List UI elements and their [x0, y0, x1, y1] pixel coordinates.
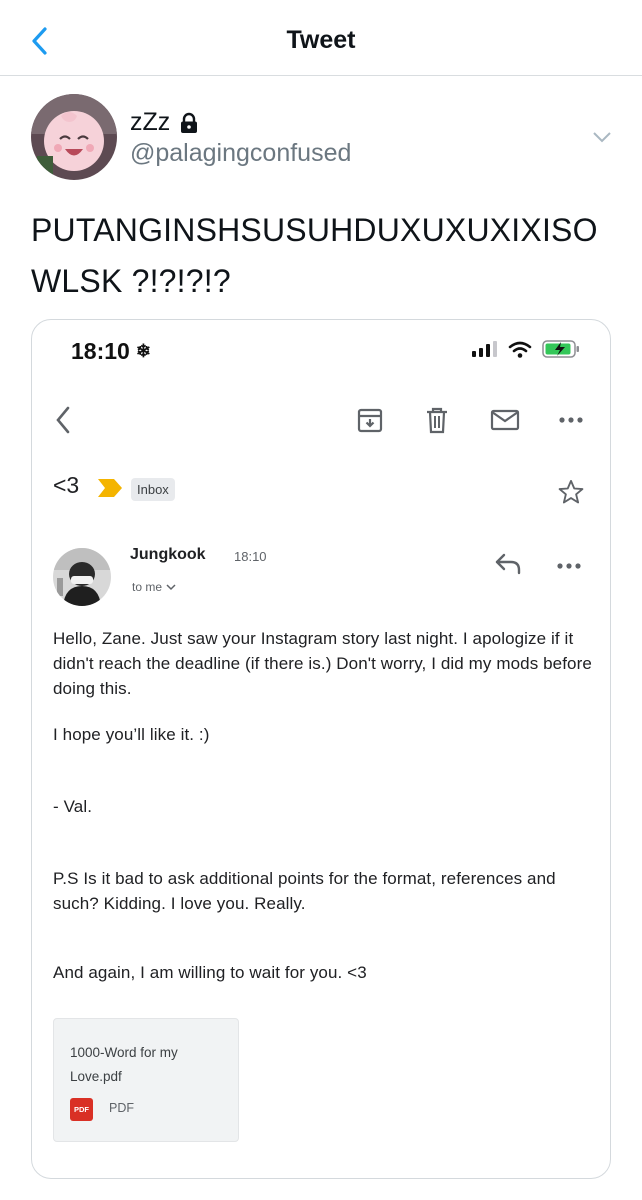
author-name[interactable]: zZz: [130, 108, 200, 137]
email-subject: <3: [53, 472, 80, 498]
wifi-icon: [508, 341, 532, 358]
signal-icon: [472, 341, 497, 357]
snowflake-icon: ❄: [135, 341, 151, 361]
battery-charging-icon: [542, 340, 579, 358]
sender-name[interactable]: Jungkook: [130, 546, 206, 564]
more-horizontal-icon: [559, 417, 583, 423]
phone-status-time: 18:10 ❄: [71, 338, 151, 365]
author-avatar[interactable]: [31, 94, 117, 180]
status-time: 18:10: [71, 338, 130, 364]
email-body-paragraph: Hello, Zane. Just saw your Instagram sto…: [53, 629, 592, 698]
chevron-left-icon: [56, 406, 70, 434]
archive-button[interactable]: [350, 400, 390, 440]
recipient-label: to me: [132, 580, 163, 594]
author-display-name: zZz: [130, 108, 171, 136]
nav-bar: Tweet: [0, 0, 642, 76]
mail-toolbar: [32, 400, 610, 440]
email-body-paragraph: P.S Is it bad to ask additional points f…: [53, 869, 556, 913]
message-more-button[interactable]: [557, 556, 581, 574]
attachment-type: PDF: [109, 1101, 134, 1115]
more-options-button[interactable]: [590, 127, 614, 147]
star-icon: [558, 479, 584, 504]
mark-unread-button[interactable]: [485, 400, 525, 440]
status-icons: [472, 340, 580, 358]
email-body-paragraph: I hope you’ll like it. :): [53, 725, 210, 744]
email-body-paragraph: And again, I am willing to wait for you.…: [53, 963, 367, 982]
chevron-down-icon: [593, 132, 611, 143]
delete-button[interactable]: [417, 400, 457, 440]
email-time: 18:10: [234, 549, 267, 564]
attachment-filename: 1000-Word for my Love.pdf: [70, 1045, 178, 1084]
attachment-card[interactable]: 1000-Word for my Love.pdf PDF PDF: [53, 1018, 239, 1142]
more-horizontal-icon: [557, 563, 581, 569]
lock-icon: [181, 112, 198, 133]
tweet-text: PUTANGINSHSUSUHDUXUXUXIXISO WLSK ?!?!?!?: [31, 205, 621, 307]
star-button[interactable]: [557, 478, 585, 511]
tweet-text-line: PUTANGINSHSUSUHDUXUXUXIXISO: [31, 212, 598, 248]
mail-back-button[interactable]: [43, 400, 83, 440]
reply-icon: [495, 553, 521, 575]
more-actions-button[interactable]: [551, 400, 591, 440]
tweet-text-line: WLSK ?!?!?!?: [31, 263, 231, 299]
archive-icon: [357, 408, 383, 433]
trash-icon: [427, 407, 447, 434]
recipient-details-toggle[interactable]: to me: [132, 580, 176, 594]
attached-screenshot[interactable]: 18:10 ❄ <3 Inbox Jungkook 18:10 to me He…: [31, 319, 611, 1179]
email-body-paragraph: - Val.: [53, 797, 93, 816]
author-handle[interactable]: @palagingconfused: [130, 139, 351, 168]
page-title: Tweet: [286, 26, 356, 54]
mail-icon: [490, 409, 520, 431]
important-marker-icon[interactable]: [98, 479, 122, 502]
inbox-label-chip[interactable]: Inbox: [131, 478, 175, 501]
chevron-down-icon: [166, 584, 176, 591]
reply-button[interactable]: [494, 552, 522, 581]
pdf-icon: PDF: [70, 1098, 93, 1121]
sender-avatar[interactable]: [53, 548, 111, 606]
